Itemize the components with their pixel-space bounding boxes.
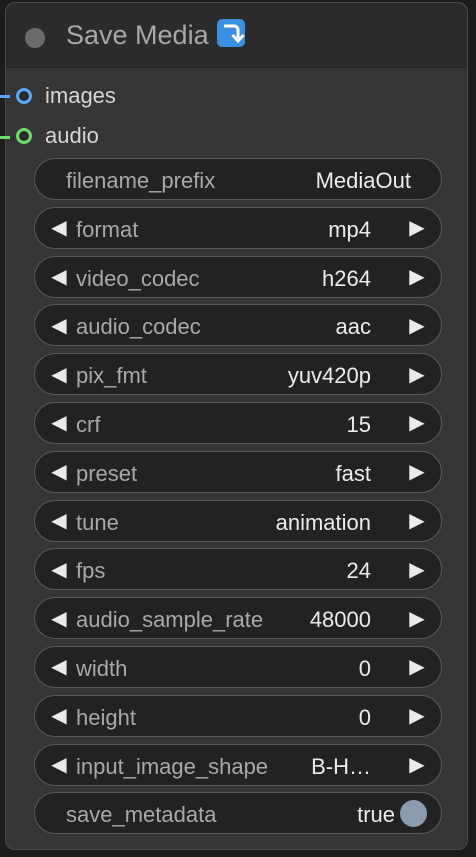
increment-arrow-icon[interactable]: ▶ — [401, 452, 433, 492]
widget-value: h264 — [322, 265, 371, 291]
widget-value: 0 — [358, 704, 371, 730]
widget-name: filename_prefix — [66, 168, 216, 193]
save-media-node[interactable]: Save Media images audio filename_prefix … — [0, 2, 468, 850]
widget-value: yuv420p — [287, 363, 371, 389]
widget-value: mp4 — [328, 216, 371, 242]
widget-crf[interactable]: ◀ crf 15 ▶ — [34, 401, 442, 444]
widget-name: tune — [76, 509, 119, 535]
widget-audio-sample-rate[interactable]: ◀ audio_sample_rate 48000 ▶ — [34, 597, 442, 640]
widget-input-image-shape[interactable]: ◀ input_image_shape B-H… ▶ — [34, 743, 442, 786]
node-title: Save Media — [66, 19, 245, 51]
increment-arrow-icon[interactable]: ▶ — [401, 696, 433, 736]
decrement-arrow-icon[interactable]: ◀ — [43, 696, 75, 736]
decrement-arrow-icon[interactable]: ◀ — [43, 501, 75, 541]
images-link-stub — [0, 95, 10, 98]
widget-name: input_image_shape — [76, 753, 269, 779]
node-title-text: Save Media — [66, 20, 209, 50]
widget-name: audio_codec — [76, 314, 201, 340]
widget-fps[interactable]: ◀ fps 24 ▶ — [34, 548, 442, 591]
widget-value: B-H… — [311, 753, 371, 779]
widget-video-codec[interactable]: ◀ video_codec h264 ▶ — [34, 255, 442, 298]
audio-link-stub — [0, 136, 10, 139]
widget-format[interactable]: ◀ format mp4 ▶ — [34, 206, 442, 249]
increment-arrow-icon[interactable]: ▶ — [401, 501, 433, 541]
widget-value: 0 — [358, 655, 371, 681]
widget-preset[interactable]: ◀ preset fast ▶ — [34, 450, 442, 493]
increment-arrow-icon[interactable]: ▶ — [401, 549, 433, 589]
increment-arrow-icon[interactable]: ▶ — [401, 403, 433, 443]
widget-height[interactable]: ◀ height 0 ▶ — [34, 694, 442, 737]
increment-arrow-icon[interactable]: ▶ — [401, 257, 433, 297]
decrement-arrow-icon[interactable]: ◀ — [43, 647, 75, 687]
widget-width[interactable]: ◀ width 0 ▶ — [34, 645, 442, 688]
widget-name: audio_sample_rate — [76, 607, 264, 633]
widget-name: preset — [76, 460, 138, 486]
images-slot-dot-icon[interactable] — [16, 88, 32, 104]
increment-arrow-icon[interactable]: ▶ — [401, 305, 433, 345]
input-slot-label-images: images — [45, 83, 116, 108]
widget-name: width — [76, 655, 128, 681]
widget-name: height — [76, 704, 136, 730]
widget-save-metadata[interactable]: save_metadata true — [34, 792, 442, 835]
collapse-toggle-icon[interactable] — [25, 28, 45, 48]
input-slot-label-audio: audio — [45, 123, 99, 148]
increment-arrow-icon[interactable]: ▶ — [401, 647, 433, 687]
decrement-arrow-icon[interactable]: ◀ — [43, 354, 75, 394]
arrow-turn-down-icon — [216, 19, 245, 47]
node-header[interactable]: Save Media — [6, 3, 467, 68]
decrement-arrow-icon[interactable]: ◀ — [43, 257, 75, 297]
increment-arrow-icon[interactable]: ▶ — [401, 745, 433, 785]
increment-arrow-icon[interactable]: ▶ — [401, 208, 433, 248]
widget-pix-fmt[interactable]: ◀ pix_fmt yuv420p ▶ — [34, 353, 442, 396]
increment-arrow-icon[interactable]: ▶ — [401, 354, 433, 394]
widget-name: save_metadata — [66, 802, 217, 828]
widget-value: 24 — [346, 558, 371, 584]
widget-name: video_codec — [76, 265, 200, 291]
widget-filename-prefix[interactable]: filename_prefix MediaOut — [34, 158, 442, 200]
widget-name: pix_fmt — [76, 363, 147, 389]
decrement-arrow-icon[interactable]: ◀ — [43, 452, 75, 492]
decrement-arrow-icon[interactable]: ◀ — [43, 208, 75, 248]
widget-name: fps — [76, 558, 106, 584]
widget-value: true — [357, 802, 395, 828]
widget-value: 48000 — [309, 607, 371, 633]
widget-value: animation — [275, 509, 371, 535]
widget-name: format — [76, 216, 139, 242]
decrement-arrow-icon[interactable]: ◀ — [43, 305, 75, 345]
decrement-arrow-icon[interactable]: ◀ — [43, 598, 75, 638]
widget-value: 15 — [346, 411, 371, 437]
increment-arrow-icon[interactable]: ▶ — [401, 598, 433, 638]
widget-value: fast — [335, 460, 371, 486]
widget-name: crf — [76, 411, 101, 437]
widget-list: filename_prefix MediaOut ◀ format mp4 ▶ … — [34, 158, 442, 841]
widget-value: MediaOut — [315, 168, 411, 193]
decrement-arrow-icon[interactable]: ◀ — [43, 549, 75, 589]
widget-tune[interactable]: ◀ tune animation ▶ — [34, 499, 442, 542]
audio-slot-dot-icon[interactable] — [16, 128, 32, 144]
widget-audio-codec[interactable]: ◀ audio_codec aac ▶ — [34, 304, 442, 347]
toggle-knob-icon[interactable] — [400, 800, 427, 828]
widget-value: aac — [335, 314, 371, 340]
decrement-arrow-icon[interactable]: ◀ — [43, 745, 75, 785]
decrement-arrow-icon[interactable]: ◀ — [43, 403, 75, 443]
